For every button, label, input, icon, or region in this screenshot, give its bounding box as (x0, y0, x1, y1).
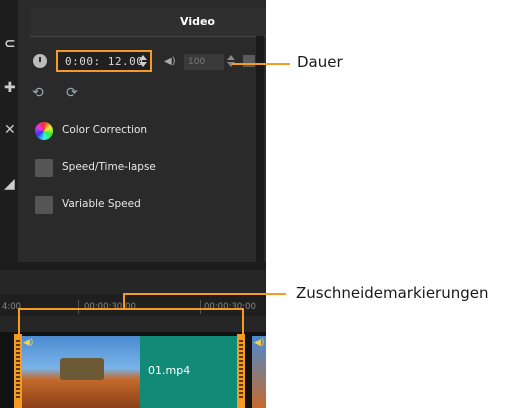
color-correction-label: Color Correction (62, 124, 148, 136)
tab-video[interactable] (30, 8, 266, 37)
clip-name: 01.mp4 (148, 364, 191, 377)
rotate-left-icon[interactable]: ⟲ (32, 86, 44, 100)
volume-field[interactable]: 100 (184, 54, 224, 70)
volume-icon: ◀) (164, 56, 176, 67)
trim-start-grip (16, 340, 20, 400)
mute-button[interactable] (243, 55, 255, 67)
next-clip-audio-icon: ◀) (254, 338, 265, 348)
speed-time-lapse-button[interactable]: Speed/Time-lapse (35, 157, 255, 179)
toolbar-tool-icon[interactable]: ✚ (4, 80, 16, 96)
duration-field[interactable]: 0:00: 12.00 (56, 50, 152, 72)
toolbar-tool-icon[interactable]: ✕ (4, 122, 16, 138)
clock-icon (33, 54, 47, 68)
trim-callout-label: Zuschneidemarkierungen (296, 284, 489, 302)
toolbar-tool-icon[interactable]: ⊂ (4, 36, 16, 52)
trim-marker-bracket (18, 308, 244, 338)
rotate-right-icon[interactable]: ⟳ (66, 86, 78, 100)
variable-speed-icon (35, 196, 53, 214)
color-wheel-icon (35, 122, 53, 140)
clip-thumbnail-car (60, 358, 104, 380)
duration-value: 0:00: 12.00 (65, 55, 144, 68)
trim-end-grip (239, 340, 243, 400)
duration-spinner-icon[interactable] (139, 55, 147, 67)
panel-scrollbar[interactable] (256, 36, 264, 262)
speedometer-icon (35, 159, 53, 177)
clip-audio-icon: ◀) (23, 338, 34, 348)
variable-speed-label: Variable Speed (62, 198, 141, 210)
trim-callout-stem (123, 294, 125, 309)
panel-divider (0, 262, 266, 270)
variable-speed-button[interactable]: Variable Speed (35, 194, 255, 216)
duration-callout-line (232, 63, 290, 65)
toolbar-tool-icon[interactable]: ◢ (4, 176, 15, 192)
trim-callout-line (123, 293, 286, 295)
tab-video-label: Video (180, 15, 215, 28)
color-correction-button[interactable]: Color Correction (35, 120, 255, 142)
duration-callout-label: Dauer (297, 53, 343, 71)
speed-time-lapse-label: Speed/Time-lapse (62, 161, 156, 173)
volume-spinner-icon[interactable] (227, 55, 235, 67)
